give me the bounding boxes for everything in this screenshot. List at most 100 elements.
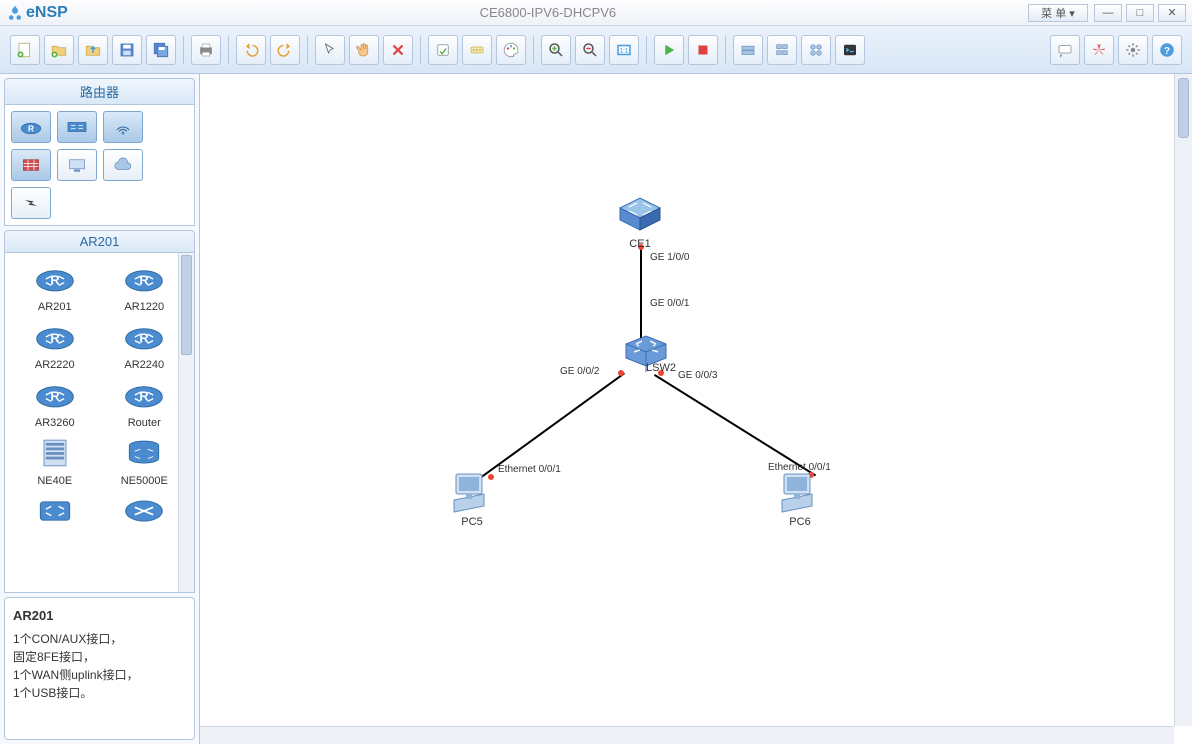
canvas-scrollbar-vertical[interactable] [1174,74,1192,726]
minimize-button[interactable]: — [1094,4,1122,22]
cli-button[interactable] [835,35,865,65]
info-device-desc: 1个CON/AUX接口， 固定8FE接口， 1个WAN侧uplink接口， 1个… [13,630,186,702]
close-button[interactable]: ✕ [1158,4,1186,22]
pc-icon [776,470,824,514]
device-label: Router [128,417,161,429]
device-ne5000e[interactable]: NE5000E [101,433,189,487]
new-topo-button[interactable] [10,35,40,65]
device-more-2[interactable] [101,491,189,531]
node-pc5[interactable]: PC5 [448,470,496,528]
device-info-panel: AR201 1个CON/AUX接口， 固定8FE接口， 1个WAN侧uplink… [4,597,195,740]
document-title: CE6800-IPV6-DHCPV6 [68,5,1028,20]
category-connection[interactable] [11,187,51,219]
scrollbar-thumb[interactable] [181,255,192,355]
toolbar-separator [533,36,534,64]
port-label-pc5: Ethernet 0/0/1 [498,464,561,475]
scrollbar-thumb[interactable] [1178,78,1189,138]
category-cloud[interactable] [103,149,143,181]
node-ce1[interactable]: CE1 [616,192,664,250]
category-switch[interactable] [57,111,97,143]
interface-list-button[interactable] [767,35,797,65]
zoom-in-button[interactable] [541,35,571,65]
device-label: AR3260 [35,417,75,429]
sidebar: 路由器 R AR201 RAR201 RAR1220 RAR2220 RAR22… [0,74,200,744]
ensp-logo-icon [6,4,24,22]
device-more-1[interactable] [11,491,99,531]
select-tool-button[interactable] [315,35,345,65]
titlebar-menu-button[interactable]: 菜 单 ▾ [1028,4,1088,22]
category-router[interactable]: R [11,111,51,143]
palette-button[interactable] [496,35,526,65]
device-ne40e[interactable]: NE40E [11,433,99,487]
canvas-scrollbar-horizontal[interactable] [200,726,1174,744]
toolbar-separator [420,36,421,64]
toolbar: 1:1 ? [0,26,1192,74]
category-wlan[interactable] [103,111,143,143]
port-label-lsw2-right: GE 0/0/3 [678,370,717,381]
device-label: NE5000E [121,475,168,487]
show-all-interfaces-button[interactable] [801,35,831,65]
app-logo: eNSP [6,4,68,22]
device-label: AR201 [38,301,72,313]
save-button[interactable] [112,35,142,65]
app-name: eNSP [26,4,68,22]
node-label: PC5 [461,516,482,528]
pan-tool-button[interactable] [349,35,379,65]
toolbar-separator [307,36,308,64]
device-ar1220[interactable]: R AR1220 [101,259,189,313]
device-router[interactable]: R Router [101,375,189,429]
redo-button[interactable] [270,35,300,65]
category-header: 路由器 [4,78,195,105]
device-ar201[interactable]: R AR201 [11,259,99,313]
huawei-button[interactable] [1084,35,1114,65]
category-pc[interactable] [57,149,97,181]
port-label-ce1: GE 1/0/0 [650,252,689,263]
device-ar2220[interactable]: RAR2220 [11,317,99,371]
stop-button[interactable] [688,35,718,65]
save-as-button[interactable] [146,35,176,65]
main: 路由器 R AR201 RAR201 RAR1220 RAR2220 RAR22… [0,74,1192,744]
broom-button[interactable] [428,35,458,65]
capture-button[interactable] [733,35,763,65]
new-project-button[interactable] [44,35,74,65]
info-device-name: AR201 [13,606,186,626]
topology-canvas[interactable]: GE 1/0/0 GE 0/0/1 GE 0/0/2 GE 0/0/3 Ethe… [200,74,1174,726]
svg-text:R: R [140,331,149,346]
zoom-fit-button[interactable]: 1:1 [609,35,639,65]
pc-icon [448,470,496,514]
node-lsw2[interactable]: LSW2 [616,330,676,374]
device-label: AR1220 [124,301,164,313]
node-label: PC6 [789,516,810,528]
node-label: LSW2 [646,362,676,374]
print-button[interactable] [191,35,221,65]
open-button[interactable] [78,35,108,65]
window-controls: — □ ✕ [1094,4,1186,22]
toolbar-separator [725,36,726,64]
start-button[interactable] [654,35,684,65]
node-pc6[interactable]: PC6 [776,470,824,528]
node-label: CE1 [629,238,650,250]
device-ar3260[interactable]: R AR3260 [11,375,99,429]
device-list: RAR201 RAR1220 RAR2220 RAR2240 RAR3260 R… [4,253,195,593]
svg-text:R: R [140,273,149,288]
device-ar2240[interactable]: RAR2240 [101,317,189,371]
help-button[interactable]: ? [1152,35,1182,65]
port-label-lsw2-up: GE 0/0/1 [650,298,689,309]
message-button[interactable] [1050,35,1080,65]
svg-text:R: R [140,389,149,404]
selected-device-header: AR201 [4,230,195,253]
zoom-out-button[interactable] [575,35,605,65]
svg-text:R: R [50,273,59,288]
undo-button[interactable] [236,35,266,65]
device-scrollbar[interactable] [178,253,194,592]
category-grid: R [4,105,195,226]
category-firewall[interactable] [11,149,51,181]
toolbar-separator [646,36,647,64]
delete-button[interactable] [383,35,413,65]
device-label: AR2220 [35,359,75,371]
maximize-button[interactable]: □ [1126,4,1154,22]
settings-button[interactable] [1118,35,1148,65]
device-label: NE40E [37,475,72,487]
svg-text:R: R [50,389,59,404]
text-tool-button[interactable] [462,35,492,65]
